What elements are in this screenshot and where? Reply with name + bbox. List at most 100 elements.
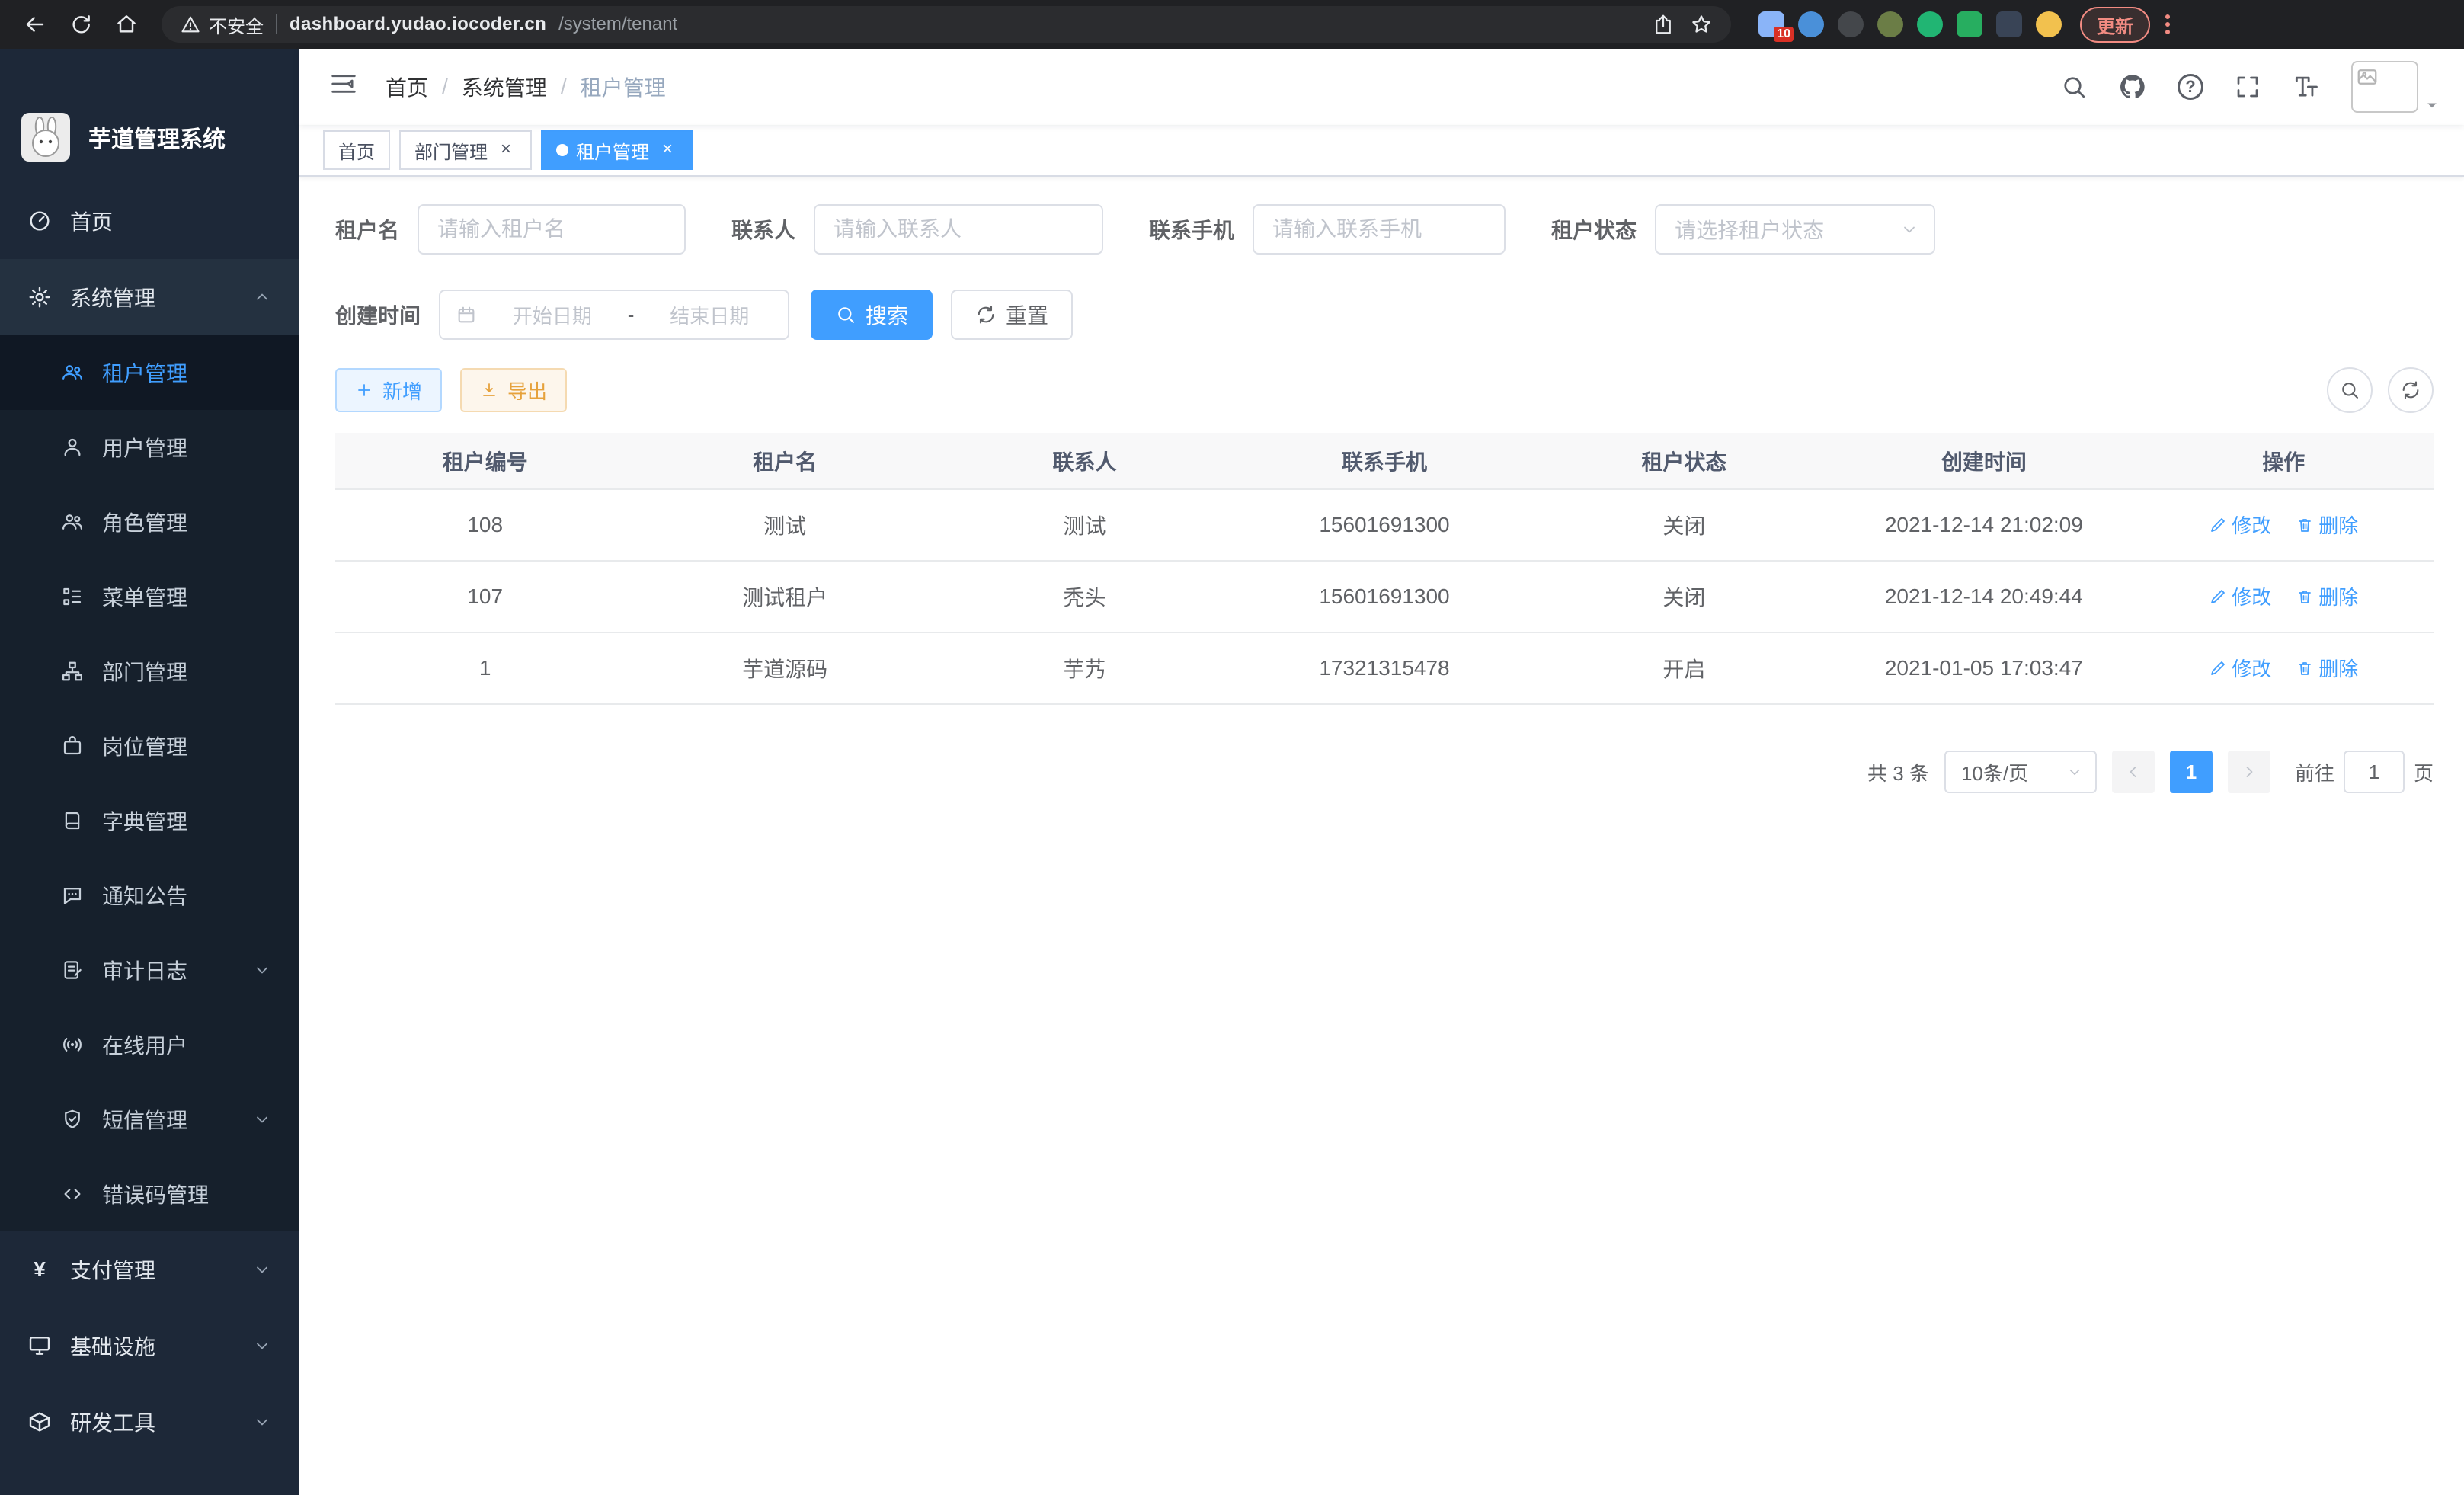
delete-link[interactable]: 删除 — [2296, 582, 2358, 610]
tab-close-icon[interactable] — [657, 139, 678, 161]
contact-input[interactable] — [814, 204, 1103, 255]
mobile-input[interactable] — [1253, 204, 1506, 255]
tenant-name-input[interactable] — [418, 204, 686, 255]
extension-icon-5[interactable] — [1917, 11, 1943, 37]
tab-home[interactable]: 首页 — [323, 130, 390, 170]
trash-icon — [2296, 516, 2314, 534]
sidebar-item-error-code[interactable]: 错误码管理 — [0, 1157, 299, 1231]
sidebar-item-sms[interactable]: 短信管理 — [0, 1082, 299, 1157]
sidebar-item-audit-log[interactable]: 审计日志 — [0, 933, 299, 1007]
screen: 不安全 dashboard.yudao.iocoder.cn /system/t… — [0, 0, 2464, 1495]
create-time-range-picker[interactable]: 开始日期 - 结束日期 — [439, 290, 789, 340]
app-title: 芋道管理系统 — [88, 120, 226, 154]
fullscreen-icon[interactable] — [2234, 73, 2261, 101]
sidebar-item-devtools[interactable]: 研发工具 — [0, 1384, 299, 1460]
sidebar-item-label: 支付管理 — [70, 1254, 155, 1285]
extension-icon-6[interactable] — [1957, 11, 1982, 37]
sidebar-item-dict[interactable]: 字典管理 — [0, 783, 299, 858]
col-phone: 联系手机 — [1234, 433, 1534, 489]
sidebar-item-user[interactable]: 用户管理 — [0, 410, 299, 485]
create-time-label: 创建时间 — [335, 299, 421, 330]
extension-icon-3[interactable] — [1838, 11, 1864, 37]
address-bar[interactable]: 不安全 dashboard.yudao.iocoder.cn /system/t… — [162, 6, 1731, 43]
security-chip[interactable]: 不安全 — [180, 11, 264, 38]
tags-view: 首页 部门管理 租户管理 — [299, 125, 2464, 177]
page-number-button[interactable]: 1 — [2170, 751, 2213, 793]
sidebar-logo[interactable]: 芋道管理系统 — [0, 49, 299, 183]
sidebar-item-label: 研发工具 — [70, 1407, 155, 1437]
browser-reload-button[interactable] — [61, 5, 101, 44]
bookmark-star-icon[interactable] — [1690, 13, 1713, 36]
extension-icon-8[interactable] — [2036, 11, 2062, 37]
tab-dept[interactable]: 部门管理 — [399, 130, 532, 170]
refresh-table-button[interactable] — [2388, 367, 2434, 413]
table-header-row: 租户编号 租户名 联系人 联系手机 租户状态 创建时间 操作 — [335, 433, 2434, 489]
sidebar-item-tenant[interactable]: 租户管理 — [0, 335, 299, 410]
extension-icon-1[interactable]: 10 — [1758, 11, 1784, 37]
browser-chrome: 不安全 dashboard.yudao.iocoder.cn /system/t… — [0, 0, 2464, 49]
sidebar-item-role[interactable]: 角色管理 — [0, 485, 299, 559]
sidebar-item-label: 首页 — [70, 206, 113, 236]
search-icon[interactable] — [2060, 73, 2088, 101]
font-size-icon[interactable] — [2292, 72, 2321, 101]
status-select[interactable]: 请选择租户状态 — [1655, 204, 1935, 255]
delete-link[interactable]: 删除 — [2296, 511, 2358, 539]
broadcast-icon — [61, 1033, 84, 1056]
cell-created: 2021-01-05 17:03:47 — [1834, 632, 2133, 704]
browser-home-button[interactable] — [107, 5, 146, 44]
search-button[interactable]: 搜索 — [811, 290, 933, 340]
tab-close-icon[interactable] — [495, 139, 517, 161]
tenant-table: 租户编号 租户名 联系人 联系手机 租户状态 创建时间 操作 108 测试 — [335, 433, 2434, 705]
cell-contact: 芋艿 — [935, 632, 1234, 704]
user-icon — [61, 436, 84, 459]
sidebar-item-infra[interactable]: 基础设施 — [0, 1308, 299, 1384]
breadcrumb-system[interactable]: 系统管理 — [462, 72, 547, 102]
export-button[interactable]: 导出 — [460, 368, 567, 412]
next-page-button[interactable] — [2228, 751, 2270, 793]
share-icon[interactable] — [1652, 13, 1675, 36]
goto-page-input[interactable] — [2344, 751, 2405, 793]
cell-contact: 秃头 — [935, 561, 1234, 632]
user-menu[interactable] — [2351, 61, 2440, 113]
sidebar-item-label: 菜单管理 — [102, 581, 187, 612]
refresh-icon — [2400, 379, 2421, 401]
extension-icon-4[interactable] — [1877, 11, 1903, 37]
sidebar-item-notice[interactable]: 通知公告 — [0, 858, 299, 933]
search-icon — [835, 304, 856, 325]
help-icon[interactable] — [2178, 74, 2203, 100]
tab-tenant[interactable]: 租户管理 — [541, 130, 693, 170]
pagination: 共 3 条 10条/页 1 前往 页 — [335, 751, 2434, 793]
contact-label: 联系人 — [731, 214, 795, 245]
edit-link[interactable]: 修改 — [2209, 654, 2271, 682]
browser-update-button[interactable]: 更新 — [2080, 7, 2150, 43]
extension-icon-2[interactable] — [1798, 11, 1824, 37]
sidebar-item-online-user[interactable]: 在线用户 — [0, 1007, 299, 1082]
add-button[interactable]: 新增 — [335, 368, 442, 412]
sidebar-item-system[interactable]: 系统管理 — [0, 259, 299, 335]
prev-page-button[interactable] — [2112, 751, 2155, 793]
sidebar-item-menu[interactable]: 菜单管理 — [0, 559, 299, 634]
cell-phone: 15601691300 — [1234, 561, 1534, 632]
browser-menu-icon[interactable] — [2156, 14, 2179, 34]
browser-back-button[interactable] — [15, 5, 55, 44]
sidebar-item-label: 在线用户 — [102, 1029, 187, 1060]
toggle-search-button[interactable] — [2327, 367, 2373, 413]
delete-link[interactable]: 删除 — [2296, 654, 2358, 682]
edit-link[interactable]: 修改 — [2209, 511, 2271, 539]
sidebar-item-pay[interactable]: ¥ 支付管理 — [0, 1231, 299, 1308]
sidebar-item-home[interactable]: 首页 — [0, 183, 299, 259]
sidebar-item-dept[interactable]: 部门管理 — [0, 634, 299, 709]
edit-link[interactable]: 修改 — [2209, 582, 2271, 610]
sidebar-item-post[interactable]: 岗位管理 — [0, 709, 299, 783]
active-tab-dot — [556, 144, 568, 156]
reset-button[interactable]: 重置 — [951, 290, 1073, 340]
cell-tenant-name: 芋道源码 — [635, 632, 934, 704]
avatar[interactable] — [2351, 61, 2418, 113]
breadcrumb-home[interactable]: 首页 — [386, 72, 428, 102]
cell-actions: 修改删除 — [2134, 632, 2434, 704]
breadcrumb: 首页 / 系统管理 / 租户管理 — [386, 72, 666, 102]
github-icon[interactable] — [2118, 72, 2147, 101]
hamburger-icon[interactable] — [323, 63, 364, 110]
page-size-select[interactable]: 10条/页 — [1944, 751, 2097, 793]
extension-icon-7[interactable] — [1996, 11, 2022, 37]
